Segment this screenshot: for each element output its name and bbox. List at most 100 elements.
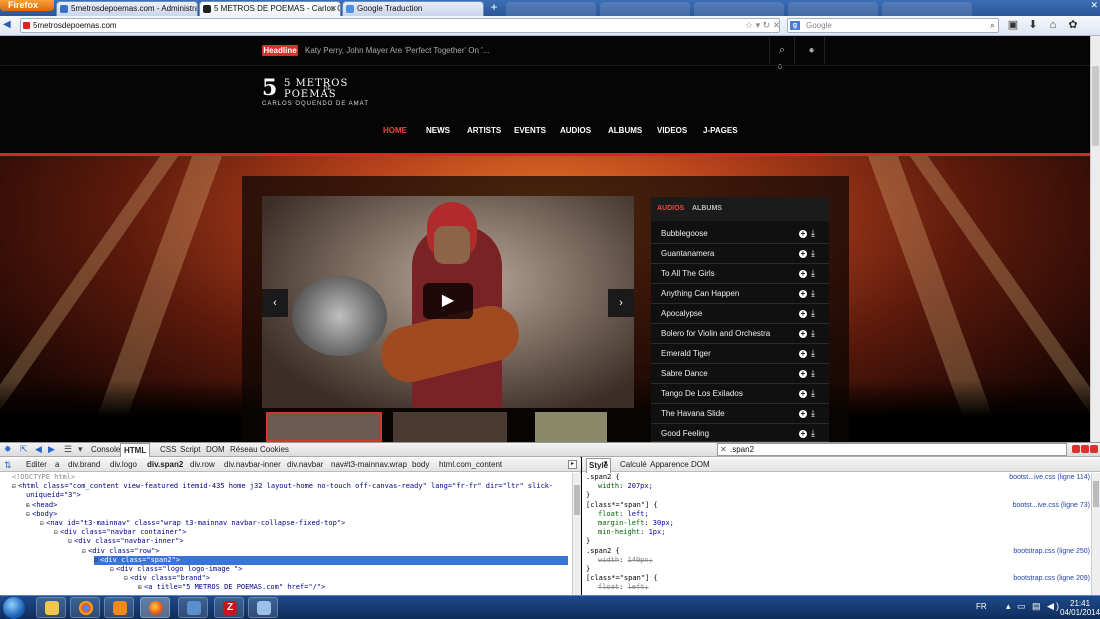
tab-computed[interactable]: Calculé: [620, 458, 647, 472]
css-selector[interactable]: }: [586, 491, 1090, 500]
breadcrumb-item[interactable]: div.logo: [110, 458, 137, 471]
add-to-playlist-icon[interactable]: +: [799, 250, 807, 258]
taskbar-network-app[interactable]: [178, 597, 208, 618]
clock[interactable]: 21:41 04/01/2014: [1060, 599, 1100, 617]
bookmark-star-icon[interactable]: ☆: [745, 20, 753, 30]
back-icon[interactable]: ◀: [35, 444, 42, 455]
css-selector[interactable]: }: [586, 537, 1090, 546]
taskbar-explorer[interactable]: [36, 597, 66, 618]
html-node[interactable]: uniqueid="3">: [26, 491, 81, 500]
html-node[interactable]: ⊟ <nav id="t3-mainnav" class="wrap t3-mai…: [40, 519, 345, 528]
taskbar-filezilla[interactable]: Z: [214, 597, 244, 618]
download-icon[interactable]: ⤓: [811, 427, 815, 439]
html-node[interactable]: ⊞ <head>: [26, 501, 57, 510]
style-pane-scrollbar[interactable]: [1091, 473, 1100, 595]
dropdown-icon[interactable]: ▾: [756, 20, 761, 30]
download-icon[interactable]: ⤓: [811, 407, 815, 419]
css-selector[interactable]: [class*="span"] {bootst...ive.css (ligne…: [586, 501, 1090, 510]
site-logo[interactable]: 5 5 METROS POEMAS DE CARLOS OQUENDO DE A…: [262, 76, 382, 110]
download-icon[interactable]: ⤓: [811, 347, 815, 359]
taskbar-chrome[interactable]: [70, 597, 100, 618]
nav-events[interactable]: EVENTS: [514, 122, 546, 140]
site-search-icon[interactable]: ⌕: [769, 37, 795, 64]
dropdown-icon[interactable]: ▾: [78, 444, 83, 455]
tab-cookies[interactable]: Cookies: [260, 443, 289, 457]
tab-layout[interactable]: Apparence: [650, 458, 689, 472]
html-node[interactable]: ⊟ <div class="logo logo-image ">: [110, 565, 242, 574]
minimize-icon[interactable]: [1072, 445, 1080, 453]
user-icon[interactable]: ●: [799, 37, 825, 64]
forward-icon[interactable]: ▶: [48, 444, 55, 455]
back-icon[interactable]: ◀: [3, 19, 11, 30]
scrollbar-thumb[interactable]: [574, 485, 580, 515]
download-icon[interactable]: ⤓: [811, 247, 815, 259]
tab-albums[interactable]: ALBUMS: [692, 197, 722, 221]
scrollbar-thumb[interactable]: [1092, 66, 1099, 146]
firefox-menu-button[interactable]: Firefox: [0, 0, 54, 11]
add-to-playlist-icon[interactable]: +: [799, 230, 807, 238]
css-declaration[interactable]: width: 140px;: [598, 556, 1090, 565]
nav-jpages[interactable]: J-PAGES: [703, 122, 738, 140]
css-selector[interactable]: .span2 {bootstrap.css (ligne 250): [586, 547, 1090, 556]
html-node[interactable]: ⊟ <div class="navbar container">: [54, 528, 186, 537]
track-item[interactable]: Apocalypse + ⤓: [651, 304, 829, 324]
browser-tab-site[interactable]: 5 METROS DE POEMAS - Carlos Oque... ✕: [199, 1, 341, 16]
tray-icons[interactable]: ▴ ▭ ▤ ◀): [1006, 601, 1061, 612]
play-icon[interactable]: ▶: [423, 283, 473, 319]
css-declaration[interactable]: float: left;: [598, 510, 1090, 519]
download-icon[interactable]: ⤓: [811, 227, 815, 239]
inspect-icon[interactable]: ⇱: [20, 444, 28, 455]
track-item[interactable]: Good Feeling + ⤓: [651, 424, 829, 442]
prev-slide-icon[interactable]: ‹: [262, 289, 288, 317]
css-declaration[interactable]: width: 207px;: [598, 482, 1090, 491]
breadcrumb-item[interactable]: html.com_content: [439, 458, 502, 471]
css-source-link[interactable]: bootstrap.css (ligne 209): [1013, 574, 1090, 583]
html-node[interactable]: ⊞ <a title="5 METROS DE POEMAS.com" href=…: [138, 583, 325, 592]
tab-network[interactable]: Réseau: [230, 443, 258, 457]
html-node[interactable]: ⊟ <div class="navbar-inner">: [68, 537, 184, 546]
firebug-search-input[interactable]: ✕ .span2: [717, 443, 1067, 456]
track-item[interactable]: Bolero for Violin and Orchestra + ⤓: [651, 324, 829, 344]
tab-dom[interactable]: DOM: [206, 443, 225, 457]
breadcrumb-item[interactable]: div.navbar-inner: [224, 458, 281, 471]
headline-ticker[interactable]: Katy Perry, John Mayer Are 'Perfect Toge…: [305, 45, 489, 56]
clear-search-icon[interactable]: ✕: [720, 444, 727, 455]
taskbar-firefox[interactable]: [140, 597, 170, 618]
tab-console[interactable]: Console: [91, 443, 120, 457]
browser-search-input[interactable]: g Google ⌕: [787, 18, 999, 33]
nav-videos[interactable]: VIDEOS: [657, 122, 687, 140]
add-to-playlist-icon[interactable]: +: [799, 410, 807, 418]
track-item[interactable]: Bubblegoose + ⤓: [651, 224, 829, 244]
download-icon[interactable]: ⤓: [811, 327, 815, 339]
tab-script[interactable]: Script: [180, 443, 200, 457]
add-to-playlist-icon[interactable]: +: [799, 350, 807, 358]
edit-button[interactable]: Editer: [6, 458, 47, 471]
track-item[interactable]: Emerald Tiger + ⤓: [651, 344, 829, 364]
search-icon[interactable]: ⌕: [990, 19, 995, 32]
css-source-link[interactable]: bootstrap.css (ligne 250): [1013, 547, 1090, 556]
tab-html[interactable]: HTML: [120, 443, 151, 458]
track-item[interactable]: Anything Can Happen + ⤓: [651, 284, 829, 304]
css-source-link[interactable]: bootst...ive.css (ligne 73): [1013, 501, 1090, 510]
breadcrumb-item[interactable]: a: [55, 458, 59, 471]
nav-audios[interactable]: AUDIOS: [560, 122, 591, 140]
nav-albums[interactable]: ALBUMS: [608, 122, 642, 140]
start-button[interactable]: [3, 597, 25, 619]
download-icon[interactable]: ⤓: [811, 367, 815, 379]
html-node[interactable]: ⊟ <div class="brand">: [124, 574, 210, 583]
video-thumbnail-1[interactable]: [266, 412, 382, 442]
url-bar[interactable]: 5metrosdepoemas.com: [20, 18, 780, 33]
reload-icon[interactable]: ↻: [763, 20, 771, 30]
download-icon[interactable]: ⤓: [811, 287, 815, 299]
css-declaration[interactable]: margin-left: 30px;: [598, 519, 1090, 528]
tab-audios[interactable]: AUDIOS: [657, 197, 684, 221]
dropdown-icon[interactable]: ▾: [604, 459, 608, 467]
firebug-icon[interactable]: ✿: [1063, 17, 1083, 34]
new-tab-button[interactable]: +: [486, 1, 502, 15]
home-icon[interactable]: ⌂: [1043, 17, 1063, 34]
download-icon[interactable]: ⤓: [811, 307, 815, 319]
add-to-playlist-icon[interactable]: +: [799, 390, 807, 398]
breadcrumb-item[interactable]: body: [412, 458, 429, 471]
css-source-link[interactable]: bootst...ive.css (ligne 114): [1009, 473, 1090, 482]
google-engine-icon[interactable]: g: [790, 21, 800, 30]
